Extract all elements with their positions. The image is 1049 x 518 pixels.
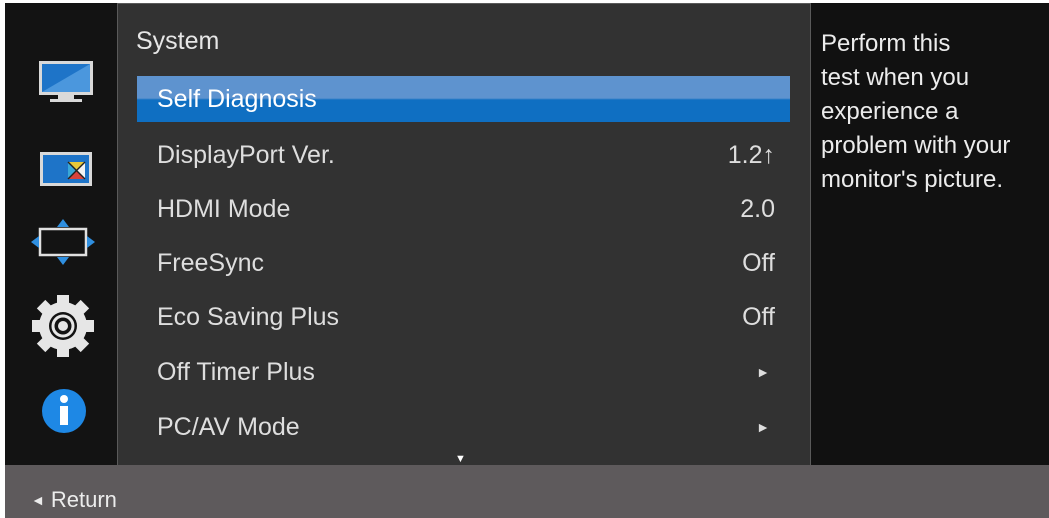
menu-item-label: Eco Saving Plus xyxy=(157,303,340,331)
menu-item-value: Off xyxy=(742,249,775,277)
return-label: Return xyxy=(50,487,117,512)
menu-icon-rail xyxy=(5,3,117,465)
submenu-arrow-icon: ► xyxy=(756,419,770,435)
menu-item-label: FreeSync xyxy=(157,249,264,277)
system-menu-panel: System Self Diagnosis DisplayPort Ver. 1… xyxy=(117,3,811,469)
menu-item-label: DisplayPort Ver. xyxy=(157,141,335,169)
picture-icon[interactable] xyxy=(30,60,96,110)
size-position-icon[interactable] xyxy=(30,217,96,267)
menu-item-value: 2.0 xyxy=(740,195,775,223)
menu-item-label: PC/AV Mode xyxy=(157,413,300,441)
menu-item-displayport-ver[interactable]: DisplayPort Ver. 1.2↑ xyxy=(137,132,790,178)
monitor-osd: System Self Diagnosis DisplayPort Ver. 1… xyxy=(5,3,1049,518)
menu-item-label: Off Timer Plus xyxy=(157,358,315,386)
menu-item-eco-saving-plus[interactable]: Eco Saving Plus Off xyxy=(137,294,790,340)
return-button[interactable]: ◄ Return xyxy=(31,486,117,516)
menu-item-self-diagnosis[interactable]: Self Diagnosis xyxy=(137,76,790,122)
submenu-arrow-icon: ► xyxy=(756,364,770,380)
menu-item-pc-av-mode[interactable]: PC/AV Mode ► xyxy=(137,404,790,450)
scroll-down-icon[interactable]: ▼ xyxy=(455,453,466,465)
menu-title: System xyxy=(136,27,220,55)
color-icon[interactable] xyxy=(30,148,96,198)
menu-item-hdmi-mode[interactable]: HDMI Mode 2.0 xyxy=(137,186,790,232)
menu-item-label: Self Diagnosis xyxy=(157,85,317,113)
menu-item-off-timer-plus[interactable]: Off Timer Plus ► xyxy=(137,349,790,395)
gear-icon[interactable] xyxy=(30,293,96,357)
info-icon[interactable] xyxy=(30,386,96,436)
menu-item-value: Off xyxy=(742,303,775,331)
return-arrow-icon: ◄ xyxy=(31,492,45,508)
bottom-bar: ◄ Return xyxy=(5,465,1049,518)
menu-item-freesync[interactable]: FreeSync Off xyxy=(137,240,790,286)
help-text: Perform this test when you experience a … xyxy=(821,30,1011,193)
help-panel: Perform this test when you experience a … xyxy=(821,27,1047,197)
menu-item-label: HDMI Mode xyxy=(157,195,291,223)
menu-item-value: 1.2↑ xyxy=(727,141,775,169)
